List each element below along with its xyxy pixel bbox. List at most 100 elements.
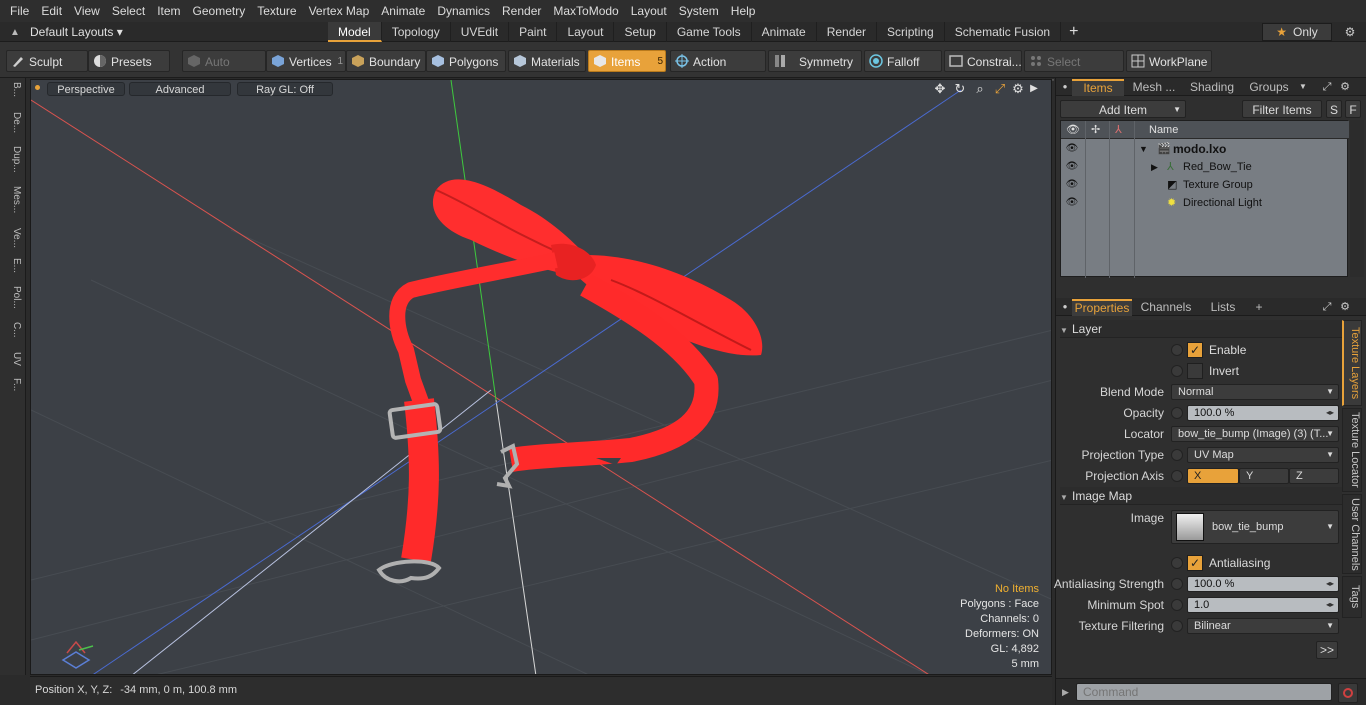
tabs-dropdown-icon[interactable]: ▼ [1296,78,1310,96]
locator-select[interactable]: bow_tie_bump (Image) (3) (T... ▼ [1171,426,1339,442]
aa-strength-channel-dot[interactable] [1171,578,1183,590]
menu-animate[interactable]: Animate [375,0,431,22]
tab-model[interactable]: Model [328,22,382,42]
tab-topology[interactable]: Topology [382,22,451,42]
select-through-button[interactable]: Select Through [1024,50,1124,91]
add-item-button[interactable]: Add Item ▼ [1060,100,1186,118]
menu-dynamics[interactable]: Dynamics [431,0,496,22]
constraints-button[interactable]: Constrai... [944,50,1022,72]
tab-items[interactable]: Items [1072,79,1124,96]
filter-items-button[interactable]: Filter Items [1242,100,1322,118]
tab-properties[interactable]: Properties [1072,299,1132,316]
default-layouts-dropdown[interactable]: Default Layouts ▾ [30,25,123,39]
texture-filtering-select[interactable]: Bilinear ▼ [1187,618,1339,634]
left-strip-tab-6[interactable]: Pol... [4,286,22,309]
f-button[interactable]: F [1345,100,1361,118]
record-macro-button[interactable] [1338,683,1358,703]
menu-file[interactable]: File [0,0,35,22]
menu-view[interactable]: View [68,0,106,22]
presets-button[interactable]: Presets [88,50,170,72]
side-tab-tags[interactable]: Tags [1342,576,1362,618]
menu-maxtomodo[interactable]: MaxToModo [547,0,624,22]
materials-button[interactable]: Materials [508,50,586,72]
maximize-view-icon[interactable]: ⤢ [993,82,1007,96]
perspective-button[interactable]: Perspective [47,82,125,96]
s-button[interactable]: S [1326,100,1342,118]
menu-select[interactable]: Select [106,0,151,22]
viewport-menu-arrow-icon[interactable]: ▶ [1027,82,1041,96]
left-strip-tab-1[interactable]: De... [4,112,22,133]
eye-icon[interactable]: 👁 [1065,178,1079,192]
image-map-section-header[interactable]: ▼ Image Map [1060,487,1342,505]
tab-scripting[interactable]: Scripting [877,22,945,42]
menu-system[interactable]: System [673,0,725,22]
tab-mesh[interactable]: Mesh ... [1126,79,1182,96]
eye-icon[interactable]: 👁 [1065,142,1079,156]
advanced-button[interactable]: Advanced [129,82,231,96]
panel-gear-icon[interactable]: ⚙ [1338,298,1352,316]
left-strip-tab-3[interactable]: Mes... [4,186,22,213]
vertices-button[interactable]: Vertices 1 [266,50,346,72]
menu-layout[interactable]: Layout [625,0,673,22]
tab-setup[interactable]: Setup [614,22,667,42]
move-view-icon[interactable]: ✥ [933,82,947,96]
left-strip-tab-8[interactable]: UV [4,352,22,366]
panel-gear-icon[interactable]: ⚙ [1338,78,1352,96]
command-expand-icon[interactable]: ▶ [1062,687,1069,698]
add-layout-tab-button[interactable]: + [1061,22,1086,42]
item-list-scrollbar[interactable] [1350,120,1364,277]
side-tab-user-channels[interactable]: User Channels [1342,494,1362,574]
texture-filtering-channel-dot[interactable] [1171,620,1183,632]
blend-mode-select[interactable]: Normal ▼ [1171,384,1339,400]
symmetry-button[interactable]: Symmetry [768,50,862,72]
tab-layout[interactable]: Layout [557,22,615,42]
image-select[interactable]: bow_tie_bump ▼ [1171,510,1339,544]
tab-channels[interactable]: Channels [1136,299,1196,316]
gear-icon[interactable]: ⚙ [1340,22,1360,42]
opacity-field[interactable]: 100.0 % ◂▸ [1187,405,1339,421]
tab-animate[interactable]: Animate [752,22,817,42]
left-strip-tab-0[interactable]: B... [4,82,22,97]
items-button[interactable]: Items 5 [588,50,666,72]
left-strip-tab-9[interactable]: F... [4,378,22,391]
tab-game-tools[interactable]: Game Tools [667,22,752,42]
axis-z-button[interactable]: Z [1289,468,1339,484]
add-tab-button[interactable]: + [1252,299,1266,316]
invert-channel-dot[interactable] [1171,365,1183,377]
auto-select-button[interactable]: Auto Select [182,50,266,91]
projection-axis-channel-dot[interactable] [1171,470,1183,482]
menu-edit[interactable]: Edit [35,0,68,22]
viewport-gear-icon[interactable]: ⚙ [1011,82,1025,96]
panel-expand-icon[interactable]: ⤢ [1320,298,1334,316]
collapse-arrow-icon[interactable]: ▼ [1139,140,1148,158]
tab-render[interactable]: Render [817,22,878,42]
layer-section-header[interactable]: ▼ Layer [1060,320,1342,338]
min-spot-field[interactable]: 1.0 ◂▸ [1187,597,1339,613]
expand-arrow-icon[interactable]: ▶ [1151,158,1158,176]
command-input[interactable] [1076,683,1332,701]
falloff-button[interactable]: Falloff [864,50,942,72]
tab-lists[interactable]: Lists [1200,299,1246,316]
slider-arrows-icon[interactable]: ◂▸ [1326,577,1334,591]
menu-render[interactable]: Render [496,0,547,22]
antialiasing-checkbox[interactable]: ✓ [1187,555,1203,571]
tab-uvedit[interactable]: UVEdit [451,22,510,42]
item-row-red-bow-tie[interactable]: 👁 ▶ ⅄ Red_Bow_Tie [1061,158,1349,176]
side-tab-texture-layers[interactable]: Texture Layers [1342,320,1362,406]
item-row-modo-lxo[interactable]: 👁 ▼ 🎬 modo.lxo [1061,140,1349,158]
enable-channel-dot[interactable] [1171,344,1183,356]
tab-schematic-fusion[interactable]: Schematic Fusion [945,22,1062,42]
slider-arrows-icon[interactable]: ◂▸ [1326,406,1334,420]
aa-strength-field[interactable]: 100.0 % ◂▸ [1187,576,1339,592]
raygl-button[interactable]: Ray GL: Off [237,82,333,96]
menu-vertex-map[interactable]: Vertex Map [303,0,376,22]
panel-expand-icon[interactable]: ⤢ [1320,78,1334,96]
tab-shading[interactable]: Shading [1184,79,1240,96]
left-strip-tab-4[interactable]: Ve... [4,228,22,248]
slider-arrows-icon[interactable]: ◂▸ [1326,598,1334,612]
zoom-view-icon[interactable]: ⌕ [973,82,987,96]
item-row-directional-light[interactable]: 👁 ✹ Directional Light [1061,194,1349,212]
side-tab-texture-locator[interactable]: Texture Locator [1342,408,1362,492]
menu-texture[interactable]: Texture [251,0,302,22]
enable-checkbox[interactable]: ✓ [1187,342,1203,358]
